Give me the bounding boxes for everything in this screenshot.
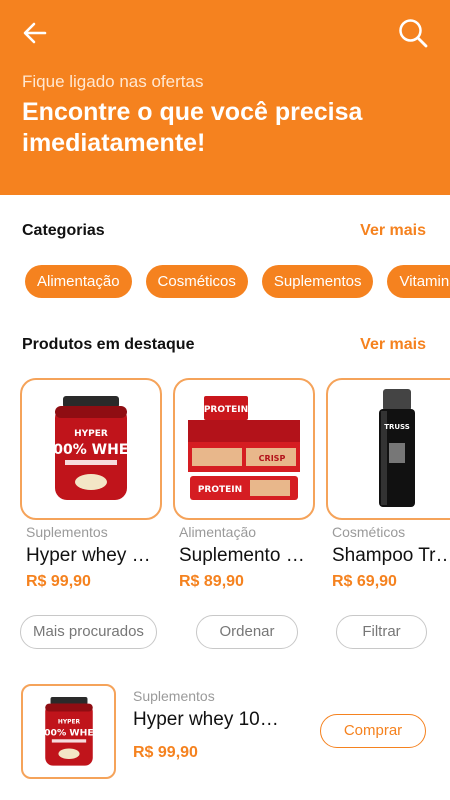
svg-text:TRUSS: TRUSS	[384, 423, 410, 431]
product-image-shampoo: TRUSS	[326, 378, 450, 520]
product-image-whey: HYPER 100% WHEY	[20, 378, 162, 520]
featured-see-more-link[interactable]: Ver mais	[360, 336, 426, 354]
product-category: Suplementos	[26, 524, 108, 540]
arrow-left-icon	[23, 22, 47, 44]
product-name: Hyper whey 100% Whey	[26, 545, 158, 566]
most-searched-button[interactable]: Mais procurados	[20, 615, 157, 649]
svg-text:HYPER: HYPER	[74, 429, 108, 439]
categories-title: Categorias	[22, 222, 105, 239]
buy-button[interactable]: Comprar	[320, 714, 426, 748]
list-item-category: Suplementos	[133, 688, 215, 704]
product-name: Suplemento Protein Crisp	[179, 545, 311, 566]
whey-tub-icon: HYPER 100% WHEY	[37, 696, 100, 766]
product-name: Shampoo Truss	[332, 545, 450, 566]
category-chip-cosmeticos[interactable]: Cosméticos	[145, 265, 248, 298]
svg-text:100% WHEY: 100% WHEY	[37, 727, 100, 738]
product-category: Cosméticos	[332, 524, 406, 540]
featured-title: Produtos em destaque	[22, 336, 195, 353]
product-price: R$ 89,90	[179, 573, 244, 590]
search-icon	[399, 19, 428, 48]
category-chip-suplementos[interactable]: Suplementos	[261, 265, 374, 298]
svg-text:100% WHEY: 100% WHEY	[44, 442, 140, 458]
filter-bar: Mais procurados Ordenar Filtrar	[0, 615, 450, 651]
product-price: R$ 99,90	[26, 573, 91, 590]
category-chip-vitaminas[interactable]: Vitaminas	[387, 265, 450, 298]
list-item[interactable]: HYPER 100% WHEY Suplementos Hyper whey 1…	[20, 684, 430, 780]
product-card[interactable]: TRUSS Cosméticos Shampoo Truss R$ 69,90	[326, 378, 450, 591]
featured-products-carousel: HYPER 100% WHEY Suplementos Hyper whey 1…	[20, 378, 450, 593]
svg-text:HYPER: HYPER	[57, 718, 80, 725]
shampoo-bottle-icon: TRUSS	[379, 389, 415, 507]
list-item-name: Hyper whey 100% Whey	[133, 709, 283, 730]
categories-see-more-link[interactable]: Ver mais	[360, 222, 426, 240]
svg-text:PROTEIN: PROTEIN	[204, 405, 248, 415]
category-chips: Alimentação Cosméticos Suplementos Vitamina…	[25, 265, 450, 299]
protein-bar-box-icon: PROTEIN CRISP PROTEIN	[188, 396, 300, 500]
search-button[interactable]	[397, 17, 429, 49]
header-banner: Fique ligado nas ofertas Encontre o que …	[0, 0, 450, 195]
svg-text:CRISP: CRISP	[259, 454, 286, 463]
svg-text:PROTEIN: PROTEIN	[198, 485, 242, 495]
product-image-protein-bar: PROTEIN CRISP PROTEIN	[173, 378, 315, 520]
product-card[interactable]: HYPER 100% WHEY Suplementos Hyper whey 1…	[20, 378, 162, 591]
list-item-image: HYPER 100% WHEY	[21, 684, 116, 779]
header-headline: Encontre o que você precisa imediatament…	[22, 98, 363, 157]
back-button[interactable]	[20, 18, 50, 48]
product-card[interactable]: PROTEIN CRISP PROTEIN Alimentação Suplem…	[173, 378, 315, 591]
whey-tub-icon: HYPER 100% WHEY	[44, 396, 140, 500]
product-category: Alimentação	[179, 524, 257, 540]
filter-button[interactable]: Filtrar	[336, 615, 427, 649]
sort-button[interactable]: Ordenar	[196, 615, 298, 649]
header-subtitle: Fique ligado nas ofertas	[22, 72, 204, 91]
list-item-price: R$ 99,90	[133, 744, 198, 761]
category-chip-alimentacao[interactable]: Alimentação	[25, 265, 132, 298]
product-price: R$ 69,90	[332, 573, 397, 590]
